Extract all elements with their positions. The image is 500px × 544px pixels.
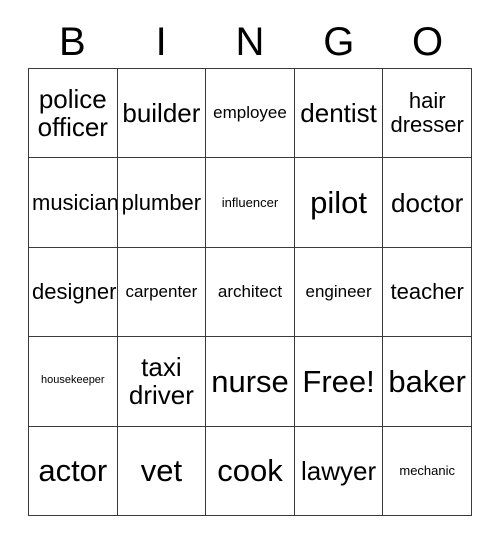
bingo-cell-label: pilot (310, 184, 368, 220)
bingo-cell-label: baker (388, 363, 466, 399)
bingo-cell[interactable]: plumber (117, 158, 207, 248)
bingo-cell-label: vet (140, 453, 183, 489)
bingo-cell[interactable]: housekeeper (29, 337, 118, 427)
bingo-cell-label: designer (32, 279, 117, 305)
bingo-cell-label: engineer (305, 281, 372, 301)
bingo-header-letter-i: I (155, 20, 167, 64)
bingo-cell-label: police officer (37, 84, 108, 143)
bingo-cell-label: housekeeper (40, 374, 105, 387)
bingo-cell-label: builder (122, 98, 201, 129)
bingo-card: B I N G O police officer builder employe… (0, 0, 500, 544)
bingo-cell-label: architect (217, 281, 283, 301)
bingo-cell-label: musician (32, 189, 118, 215)
bingo-cell[interactable]: hair dresser (383, 69, 472, 159)
bingo-cell-label: mechanic (399, 462, 455, 478)
bingo-cell-label: plumber (121, 189, 202, 215)
bingo-cell[interactable]: influencer (206, 158, 295, 248)
bingo-cell-label: lawyer (301, 455, 377, 486)
bingo-cell[interactable]: musician (29, 158, 118, 248)
bingo-cell[interactable]: vet (117, 426, 207, 516)
bingo-header-letter-n: N (235, 20, 265, 64)
bingo-cell[interactable]: pilot (294, 158, 384, 248)
bingo-cell[interactable]: actor (29, 426, 118, 516)
bingo-cell[interactable]: baker (383, 337, 472, 427)
bingo-cell[interactable]: designer (29, 247, 118, 338)
bingo-cell-free-space[interactable]: Free! (294, 337, 384, 427)
bingo-cell-label: doctor (391, 187, 464, 218)
bingo-cell[interactable]: builder (117, 69, 207, 159)
bingo-cell[interactable]: police officer (29, 69, 118, 159)
bingo-cell[interactable]: taxi driver (117, 337, 207, 427)
bingo-cell-label: carpenter (125, 281, 198, 301)
bingo-cell-label: cook (217, 453, 283, 489)
bingo-cell-label: taxi driver (128, 352, 194, 411)
bingo-cell-label: nurse (211, 363, 289, 399)
bingo-cell[interactable]: teacher (383, 247, 472, 338)
bingo-grid: police officer builder employee dentist … (28, 68, 472, 516)
bingo-header-row: B I N G O (28, 16, 472, 68)
bingo-cell[interactable]: mechanic (383, 426, 472, 516)
bingo-cell[interactable]: lawyer (294, 426, 384, 516)
bingo-cell[interactable]: carpenter (117, 247, 207, 338)
bingo-cell-label: hair dresser (390, 88, 464, 138)
bingo-cell[interactable]: employee (206, 69, 295, 159)
bingo-header-letter-o: O (412, 20, 444, 64)
bingo-cell-label: actor (38, 453, 108, 489)
bingo-cell-label: influencer (221, 194, 279, 210)
bingo-cell-label: dentist (300, 98, 377, 129)
bingo-header-letter-b: B (59, 20, 86, 64)
bingo-cell[interactable]: architect (206, 247, 295, 338)
bingo-cell[interactable]: doctor (383, 158, 472, 248)
bingo-cell[interactable]: cook (206, 426, 295, 516)
bingo-cell-label: Free! (302, 363, 375, 399)
bingo-header-letter-g: G (323, 20, 355, 64)
bingo-cell[interactable]: dentist (294, 69, 384, 159)
bingo-cell[interactable]: nurse (206, 337, 295, 427)
bingo-cell[interactable]: engineer (294, 247, 384, 338)
bingo-cell-label: employee (213, 103, 287, 123)
bingo-cell-label: teacher (390, 279, 464, 305)
